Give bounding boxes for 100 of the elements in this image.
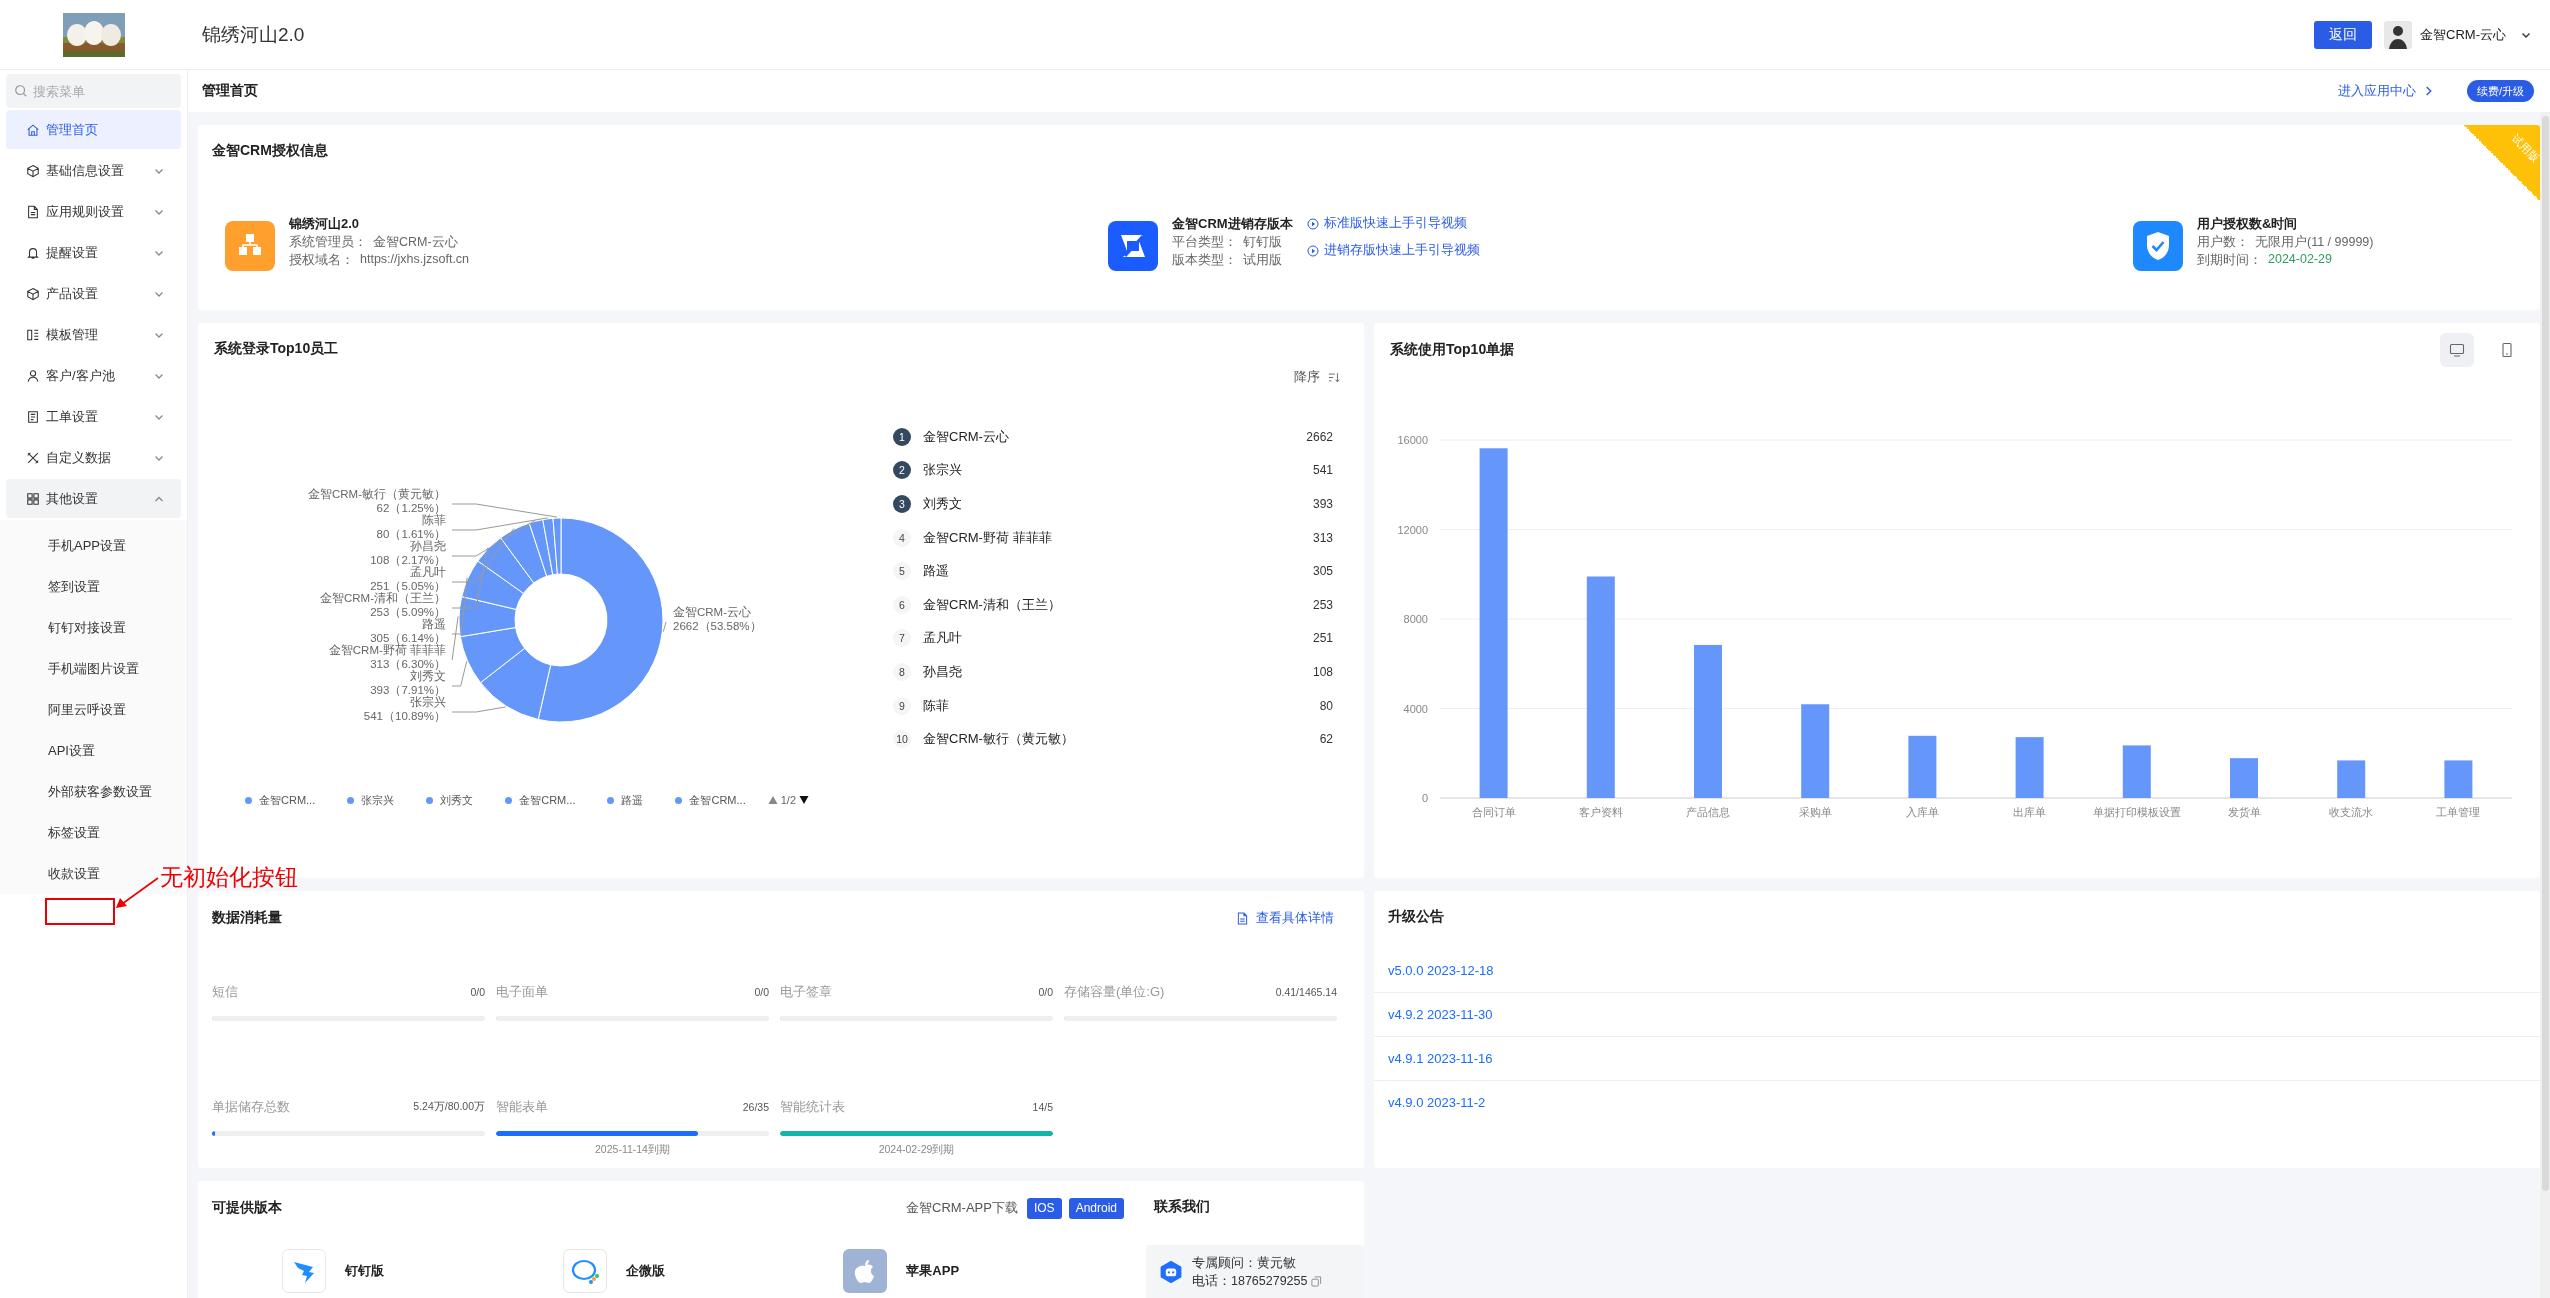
edition-name[interactable]: 企微版 [625, 1262, 665, 1280]
category-label: 产品信息 [1686, 806, 1730, 818]
copy-icon[interactable] [1311, 1276, 1323, 1287]
employee-name: 金智CRM-云心 [923, 427, 1010, 446]
app-center-link[interactable]: 进入应用中心 [2337, 82, 2433, 100]
download-button[interactable]: IOS [1026, 1197, 1062, 1219]
field-label: 授权域名： [289, 252, 354, 269]
menu-item[interactable]: 工单设置 [6, 397, 181, 436]
announcement-link[interactable]: v4.9.2 2023-11-30 [1374, 993, 2540, 1037]
search-field[interactable]: 搜索菜单 [6, 74, 181, 108]
back-button[interactable]: 返回 [2314, 20, 2373, 49]
submenu-item[interactable]: 钉钉对接设置 [0, 607, 136, 648]
leader-line [662, 621, 667, 633]
menu-item[interactable]: 管理首页 [6, 110, 181, 149]
monitor-view-button[interactable] [2440, 333, 2474, 367]
legend-item[interactable]: 金智CRM... [245, 792, 316, 808]
login-count: 2662 [1306, 429, 1333, 444]
submenu-item[interactable]: API设置 [0, 730, 105, 771]
menu-item[interactable]: 提醒设置 [6, 233, 181, 272]
submenu-item[interactable]: 签到设置 [0, 566, 110, 607]
menu-item[interactable]: 自定义数据 [6, 438, 181, 477]
bar [1908, 735, 1937, 798]
employee-name: 金智CRM-清和（王兰） [923, 595, 1062, 614]
expiry-date: 2025-11-14到期 [594, 1143, 671, 1157]
field-label: 用户数： [2197, 234, 2249, 251]
field-value: 试用版 [1243, 252, 1282, 269]
rank-number: 2 [893, 461, 911, 480]
slice-value: 80（1.61%） [376, 528, 446, 540]
chevron-right-icon [2423, 85, 2433, 97]
user-name[interactable]: 金智CRM-云心 [2420, 25, 2506, 44]
slice-value: 313（6.30%） [370, 658, 446, 670]
meter-reading: 0/0 [754, 986, 769, 998]
video-link[interactable]: 进销存版快速上手引导视频 [1306, 242, 1480, 259]
meter-reading: 14/5 [1032, 1101, 1053, 1113]
slice-label: 金智CRM-清和（王兰） [319, 592, 446, 604]
tools-icon [26, 450, 40, 465]
slice-value: 2662（53.58%） [673, 620, 762, 632]
field-label: 版本类型： [1172, 252, 1237, 269]
shield-icon [2133, 221, 2183, 271]
avatar-icon[interactable] [2384, 20, 2413, 49]
page-down-icon[interactable] [799, 795, 809, 805]
submenu-item[interactable]: 标签设置 [0, 812, 110, 853]
slice-label: 路遥 [422, 618, 446, 630]
advisor-name: 专属顾问：黄元敏 [1192, 1255, 1297, 1272]
wing-icon[interactable] [282, 1249, 326, 1293]
submenu-item[interactable]: 阿里云呼设置 [0, 689, 136, 730]
sort-button[interactable]: 降序 [1290, 366, 1344, 388]
category-label: 单据打印模板设置 [2092, 806, 2181, 818]
login-count: 253 [1312, 597, 1333, 612]
monitor-icon [2449, 342, 2465, 358]
edition-name[interactable]: 苹果APP [906, 1262, 960, 1280]
columns-icon [26, 327, 40, 342]
employee-name: 陈菲 [923, 696, 950, 715]
bell-icon [26, 245, 40, 260]
block-title: 用户授权数&时间 [2197, 215, 2299, 233]
category-label: 工单管理 [2436, 806, 2481, 818]
announcement-link[interactable]: v4.9.0 2023-11-2 [1374, 1081, 2540, 1124]
page-up-icon[interactable] [767, 795, 778, 805]
annotation-text: 无初始化按钮 [160, 864, 298, 892]
meter-label: 电子面单 [496, 983, 548, 1001]
legend-item[interactable]: 金智CRM... [675, 792, 746, 808]
menu-item[interactable]: 其他设置 [6, 479, 181, 518]
scrollbar[interactable] [2540, 112, 2550, 1298]
donut-slice [459, 627, 526, 684]
menu-item[interactable]: 应用规则设置 [6, 192, 181, 231]
slice-label: 孟凡叶 [410, 566, 446, 578]
renew-button[interactable]: 续费/升级 [2466, 80, 2534, 102]
details-link[interactable]: 查看具体详情 [1237, 909, 1334, 927]
rank-number: 5 [893, 562, 911, 581]
category-label: 入库单 [1905, 806, 1939, 818]
menu-item[interactable]: 产品设置 [6, 274, 181, 313]
menu-item[interactable]: 模板管理 [6, 315, 181, 354]
legend-item[interactable]: 金智CRM... [505, 792, 576, 808]
menu-item[interactable]: 客户/客户池 [6, 356, 181, 395]
bar [2230, 758, 2258, 798]
legend-item[interactable]: 张宗兴 [347, 792, 395, 808]
submenu-item[interactable]: 收款设置 [0, 853, 110, 894]
card-title: 数据消耗量 [212, 909, 282, 927]
login-count: 305 [1312, 564, 1333, 579]
page-title: 管理首页 [202, 82, 258, 100]
play-icon [1306, 217, 1319, 230]
video-link[interactable]: 标准版快速上手引导视频 [1306, 215, 1480, 232]
legend-item[interactable]: 刘秀文 [426, 792, 474, 808]
submenu-item[interactable]: 手机端图片设置 [0, 648, 149, 689]
apple-icon[interactable] [843, 1249, 888, 1293]
sort-icon [1328, 371, 1340, 383]
legend-item[interactable]: 路遥 [607, 792, 644, 808]
employee-name: 孙昌尧 [923, 662, 963, 681]
download-button[interactable]: Android [1068, 1197, 1124, 1219]
chat-bubble-icon[interactable] [562, 1249, 607, 1293]
edition-name[interactable]: 钉钉版 [345, 1262, 384, 1280]
menu-item[interactable]: 基础信息设置 [6, 151, 181, 190]
field-value: 无限用户(11 / 99999) [2255, 234, 2374, 251]
submenu-item[interactable]: 手机APP设置 [0, 525, 136, 566]
announcement-link[interactable]: v4.9.1 2023-11-16 [1374, 1037, 2540, 1081]
slice-value: 62（1.25%） [376, 502, 446, 514]
axis-tick-label: 16000 [1397, 434, 1428, 446]
donut-slice [458, 596, 517, 638]
announcement-link[interactable]: v5.0.0 2023-12-18 [1374, 949, 2540, 993]
submenu-item[interactable]: 外部获客参数设置 [0, 771, 162, 812]
